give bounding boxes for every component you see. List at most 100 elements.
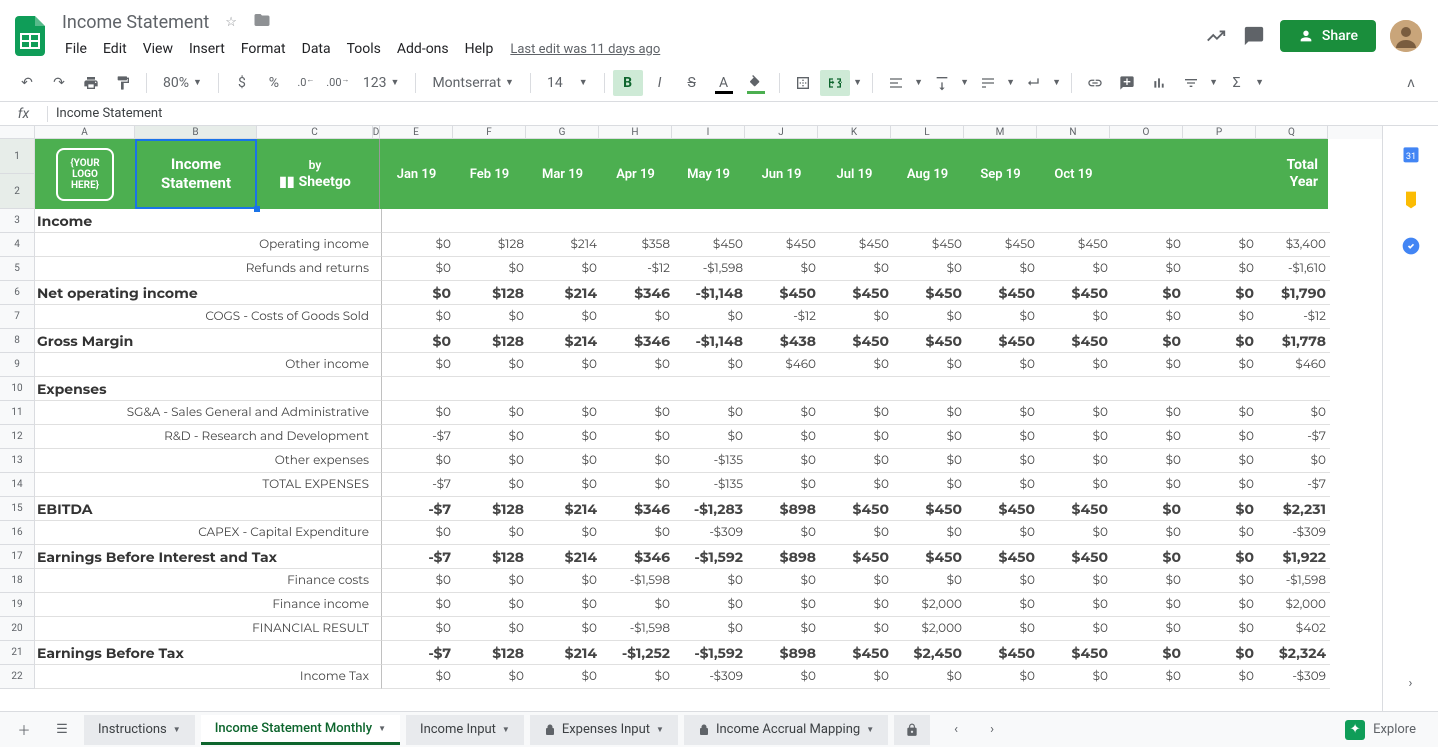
redo-button[interactable]: ↷ bbox=[44, 70, 74, 96]
data-cell[interactable]: $214 bbox=[528, 497, 601, 521]
col-header-D[interactable]: D bbox=[373, 126, 380, 139]
data-cell[interactable]: -$12 bbox=[601, 257, 674, 281]
locked-sheet-indicator[interactable] bbox=[894, 715, 930, 745]
data-cell[interactable]: $0 bbox=[382, 305, 455, 329]
data-cell[interactable]: $0 bbox=[820, 617, 893, 641]
data-cell[interactable]: $214 bbox=[528, 545, 601, 569]
cell[interactable] bbox=[373, 521, 382, 545]
cell[interactable] bbox=[893, 377, 966, 401]
data-cell[interactable]: $0 bbox=[966, 305, 1039, 329]
move-folder-icon[interactable] bbox=[249, 7, 275, 37]
data-cell[interactable]: $346 bbox=[601, 329, 674, 353]
data-cell[interactable]: $0 bbox=[1039, 569, 1112, 593]
cell[interactable] bbox=[373, 353, 382, 377]
data-cell[interactable]: $0 bbox=[820, 449, 893, 473]
row-label[interactable]: Other expenses bbox=[35, 449, 373, 473]
data-cell[interactable]: $460 bbox=[1258, 353, 1330, 377]
data-cell[interactable]: -$7 bbox=[382, 545, 455, 569]
activity-icon[interactable] bbox=[1204, 24, 1228, 48]
data-cell[interactable]: $450 bbox=[820, 281, 893, 305]
data-cell[interactable]: -$12 bbox=[747, 305, 820, 329]
h-align-button[interactable] bbox=[881, 70, 911, 96]
filter-dropdown[interactable]: ▼ bbox=[1208, 70, 1220, 96]
data-cell[interactable]: $128 bbox=[455, 641, 528, 665]
cell[interactable] bbox=[373, 617, 382, 641]
font-select[interactable]: Montserrat▼ bbox=[424, 75, 522, 91]
cell[interactable] bbox=[382, 209, 455, 233]
data-cell[interactable]: $450 bbox=[966, 497, 1039, 521]
row-label[interactable]: Earnings Before Interest and Tax bbox=[35, 545, 373, 569]
row-label[interactable]: Net operating income bbox=[35, 281, 373, 305]
menu-insert[interactable]: Insert bbox=[182, 37, 232, 61]
data-cell[interactable]: $0 bbox=[893, 449, 966, 473]
data-cell[interactable]: $450 bbox=[966, 329, 1039, 353]
data-cell[interactable]: $2,450 bbox=[893, 641, 966, 665]
col-header-O[interactable]: O bbox=[1110, 126, 1183, 139]
data-cell[interactable]: $0 bbox=[1112, 617, 1185, 641]
data-cell[interactable]: $0 bbox=[1112, 569, 1185, 593]
data-cell[interactable]: $0 bbox=[674, 425, 747, 449]
data-cell[interactable]: -$1,148 bbox=[674, 329, 747, 353]
data-cell[interactable]: $0 bbox=[1112, 353, 1185, 377]
data-cell[interactable]: $0 bbox=[1185, 449, 1258, 473]
data-cell[interactable]: $0 bbox=[1112, 305, 1185, 329]
data-cell[interactable]: $0 bbox=[820, 425, 893, 449]
col-header-P[interactable]: P bbox=[1183, 126, 1256, 139]
menu-view[interactable]: View bbox=[136, 37, 180, 61]
data-cell[interactable]: $450 bbox=[820, 233, 893, 257]
data-cell[interactable]: $450 bbox=[1039, 281, 1112, 305]
data-cell[interactable]: $0 bbox=[382, 521, 455, 545]
data-cell[interactable]: -$1,592 bbox=[674, 641, 747, 665]
menu-file[interactable]: File bbox=[58, 37, 94, 61]
data-cell[interactable]: $450 bbox=[747, 281, 820, 305]
cell[interactable] bbox=[373, 425, 382, 449]
blank-header[interactable] bbox=[1183, 139, 1256, 209]
merge-cells-button[interactable] bbox=[820, 70, 850, 96]
data-cell[interactable]: $0 bbox=[820, 353, 893, 377]
row-header-9[interactable]: 9 bbox=[0, 353, 35, 377]
data-cell[interactable]: $0 bbox=[1185, 593, 1258, 617]
data-cell[interactable]: $0 bbox=[820, 257, 893, 281]
cell[interactable] bbox=[528, 377, 601, 401]
row-label[interactable]: Refunds and returns bbox=[35, 257, 373, 281]
data-cell[interactable]: $0 bbox=[528, 353, 601, 377]
data-cell[interactable]: $450 bbox=[1039, 545, 1112, 569]
data-cell[interactable]: $450 bbox=[1039, 641, 1112, 665]
menu-tools[interactable]: Tools bbox=[340, 37, 388, 61]
month-header[interactable]: Sep 19 bbox=[964, 139, 1037, 209]
data-cell[interactable]: $450 bbox=[820, 329, 893, 353]
data-cell[interactable]: -$309 bbox=[1258, 665, 1330, 689]
data-cell[interactable]: $0 bbox=[1039, 665, 1112, 689]
data-cell[interactable]: $0 bbox=[382, 617, 455, 641]
data-cell[interactable]: $0 bbox=[1112, 233, 1185, 257]
undo-button[interactable]: ↶ bbox=[12, 70, 42, 96]
data-cell[interactable]: $0 bbox=[382, 401, 455, 425]
row-header-19[interactable]: 19 bbox=[0, 593, 35, 617]
sheet-tab[interactable]: Expenses Input▼ bbox=[530, 715, 678, 745]
data-cell[interactable]: $0 bbox=[455, 449, 528, 473]
data-cell[interactable]: $0 bbox=[382, 233, 455, 257]
col-header-A[interactable]: A bbox=[35, 126, 135, 139]
data-cell[interactable]: $0 bbox=[1112, 665, 1185, 689]
month-header[interactable]: Oct 19 bbox=[1037, 139, 1110, 209]
data-cell[interactable]: $450 bbox=[820, 641, 893, 665]
data-cell[interactable]: $0 bbox=[893, 521, 966, 545]
data-cell[interactable]: $0 bbox=[1112, 593, 1185, 617]
paint-format-button[interactable] bbox=[108, 70, 138, 96]
data-cell[interactable]: $0 bbox=[455, 401, 528, 425]
data-cell[interactable]: $0 bbox=[528, 401, 601, 425]
link-button[interactable] bbox=[1080, 70, 1110, 96]
cell[interactable] bbox=[1258, 377, 1330, 401]
zoom-select[interactable]: 80%▼ bbox=[155, 75, 210, 91]
data-cell[interactable]: $0 bbox=[382, 257, 455, 281]
decrease-decimal-button[interactable]: .0← bbox=[291, 70, 321, 96]
data-cell[interactable]: $0 bbox=[1039, 617, 1112, 641]
data-cell[interactable]: $0 bbox=[601, 521, 674, 545]
data-cell[interactable]: $0 bbox=[893, 257, 966, 281]
data-cell[interactable]: $0 bbox=[820, 305, 893, 329]
data-cell[interactable]: $2,000 bbox=[893, 617, 966, 641]
data-cell[interactable]: $0 bbox=[1112, 473, 1185, 497]
data-cell[interactable]: -$1,598 bbox=[601, 617, 674, 641]
data-cell[interactable]: -$12 bbox=[1258, 305, 1330, 329]
data-cell[interactable]: $450 bbox=[893, 329, 966, 353]
